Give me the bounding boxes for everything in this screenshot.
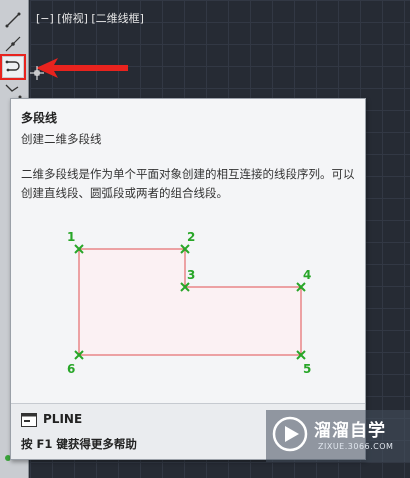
viewport-controls[interactable]: [−] [俯视] [二维线框] (36, 10, 144, 26)
point-label-1: 1 (67, 230, 75, 244)
watermark: 溜溜自学 ZIXUE.3066.COM (266, 410, 410, 462)
polyline-icon (5, 60, 20, 72)
command-tooltip: 多段线 创建二维多段线 二维多段线是作为单个平面对象创建的相互连接的线段序列。可… (10, 98, 366, 460)
red-arrow-annotation (36, 58, 128, 78)
crosshair-cursor-icon (30, 66, 44, 80)
polyline-diagram: 1 2 3 4 5 6 (67, 230, 311, 376)
point-label-2: 2 (187, 230, 195, 244)
spline-fit-icon (5, 84, 22, 99)
point-label-3: 3 (187, 268, 195, 282)
construction-line-icon (5, 36, 21, 52)
point-label-6: 6 (67, 362, 75, 376)
command-line-icon (21, 413, 37, 427)
construction-line-tool-button[interactable] (3, 34, 23, 54)
watermark-url: ZIXUE.3066.COM (318, 442, 394, 451)
line-icon (5, 12, 21, 28)
tooltip-subtitle: 创建二维多段线 (21, 132, 102, 146)
command-name: PLINE (43, 412, 83, 426)
help-hint: 按 F1 键获得更多帮助 (21, 437, 137, 451)
point-label-5: 5 (303, 362, 311, 376)
watermark-name: 溜溜自学 (314, 421, 386, 441)
watermark-logo-icon (272, 416, 308, 452)
spline-fit-tool-button[interactable] (3, 80, 23, 100)
point-label-4: 4 (303, 268, 311, 282)
polyline-tool-button[interactable] (0, 54, 26, 80)
tooltip-title: 多段线 (21, 111, 58, 125)
tooltip-description: 二维多段线是作为单个平面对象创建的相互连接的线段序列。可以创建直线段、圆弧段或两… (21, 167, 355, 200)
line-tool-button[interactable] (3, 10, 23, 30)
